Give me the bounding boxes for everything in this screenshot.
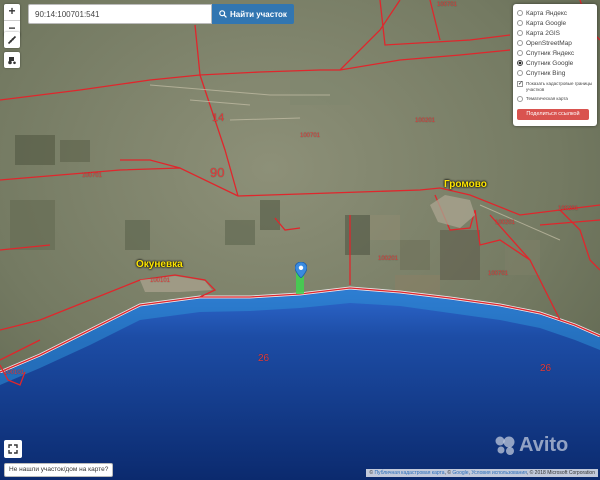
parcel-label: 100701 xyxy=(300,133,321,139)
parcel-label: 100201 xyxy=(415,118,436,124)
terms-link[interactable]: Условия использования xyxy=(471,470,527,476)
parcel-label-90: 90 xyxy=(210,165,225,180)
radio-icon xyxy=(517,40,523,46)
layer-option[interactable]: Спутник Bing xyxy=(517,68,593,78)
radio-icon xyxy=(517,70,523,76)
watermark-text: Avito xyxy=(519,434,569,456)
ruler-button[interactable] xyxy=(4,32,20,48)
search-input[interactable] xyxy=(28,4,212,24)
parcel-label: 100701 xyxy=(488,271,509,277)
parcel-label-14: 14 xyxy=(212,112,225,124)
parcel-label-26-right: 26 xyxy=(540,363,552,374)
tool-button[interactable] xyxy=(4,52,20,68)
expand-icon xyxy=(8,444,18,454)
parcel-label-26-left: 26 xyxy=(258,353,270,364)
layer-option-label: Карта Яндекс xyxy=(526,9,568,17)
radio-icon xyxy=(517,50,523,56)
layer-option-label: OpenStreetMap xyxy=(526,39,572,47)
search-button-label: Найти участок xyxy=(230,9,287,19)
layer-option-label: Карта 2GIS xyxy=(526,29,561,37)
layer-option[interactable]: Спутник Яндекс xyxy=(517,48,593,58)
fullscreen-button[interactable] xyxy=(4,440,22,458)
layer-option[interactable]: Карта Google xyxy=(517,18,593,28)
avito-watermark: Avito xyxy=(494,434,568,457)
search-icon xyxy=(219,10,227,18)
radio-icon xyxy=(517,20,523,26)
radio-icon xyxy=(517,60,523,66)
parcel-label: 100701 xyxy=(82,173,103,179)
cadastral-map-link[interactable]: Публичная кадастровая карта xyxy=(374,470,444,476)
parcel-label: 100101 xyxy=(4,370,25,376)
thematic-radio[interactable]: Тематическая карта xyxy=(517,96,593,102)
search-button[interactable]: Найти участок xyxy=(212,4,294,24)
radio-icon xyxy=(517,30,523,36)
ruler-icon xyxy=(7,35,17,45)
attribution: © Публичная кадастровая карта, © Google,… xyxy=(366,469,598,477)
place-label-gromovo: Громово xyxy=(444,179,487,190)
radio-icon xyxy=(517,96,523,102)
satellite-map[interactable] xyxy=(0,0,600,480)
copyright-text: © 2018 Microsoft Corporation xyxy=(529,470,595,476)
layer-option-label: Карта Google xyxy=(526,19,567,27)
parcel-label: 100201 xyxy=(558,206,579,212)
map-marker-icon[interactable] xyxy=(295,262,307,278)
parcel-label: 100101 xyxy=(150,278,171,284)
layer-option-label: Спутник Яндекс xyxy=(526,49,575,57)
boundaries-checkbox[interactable]: ✓ Показать кадастровые границы участков xyxy=(517,81,593,93)
share-link-button[interactable]: Поделиться ссылкой xyxy=(517,108,589,120)
tractor-icon xyxy=(8,57,16,65)
search-bar: Найти участок xyxy=(28,4,294,24)
google-link[interactable]: Google xyxy=(452,470,468,476)
checkbox-checked-icon: ✓ xyxy=(517,81,524,87)
zoom-in-button[interactable]: + xyxy=(4,4,20,20)
parcel-label: 100201 xyxy=(378,256,399,262)
parcel-label: 100201 xyxy=(495,220,516,226)
layer-option[interactable]: Карта Яндекс xyxy=(517,8,593,18)
place-label-okunevka: Окуневка xyxy=(136,259,183,270)
layer-option[interactable]: Спутник Google xyxy=(517,58,593,68)
layer-option-label: Спутник Google xyxy=(526,59,574,67)
layer-option-label: Спутник Bing xyxy=(526,69,566,77)
layer-option[interactable]: OpenStreetMap xyxy=(517,38,593,48)
radio-icon xyxy=(517,10,523,16)
layer-list: Карта Яндекс Карта Google Карта 2GIS OpenSt… xyxy=(517,8,593,78)
thematic-label: Тематическая карта xyxy=(526,96,568,101)
layer-panel: Карта Яндекс Карта Google Карта 2GIS OpenSt… xyxy=(513,4,597,126)
not-found-button[interactable]: Не нашли участок/дом на карте? xyxy=(4,463,114,477)
boundaries-label: Показать кадастровые границы участков xyxy=(526,81,593,92)
avito-logo-icon xyxy=(495,436,515,455)
parcel-label: 100701 xyxy=(437,2,458,8)
layer-option[interactable]: Карта 2GIS xyxy=(517,28,593,38)
